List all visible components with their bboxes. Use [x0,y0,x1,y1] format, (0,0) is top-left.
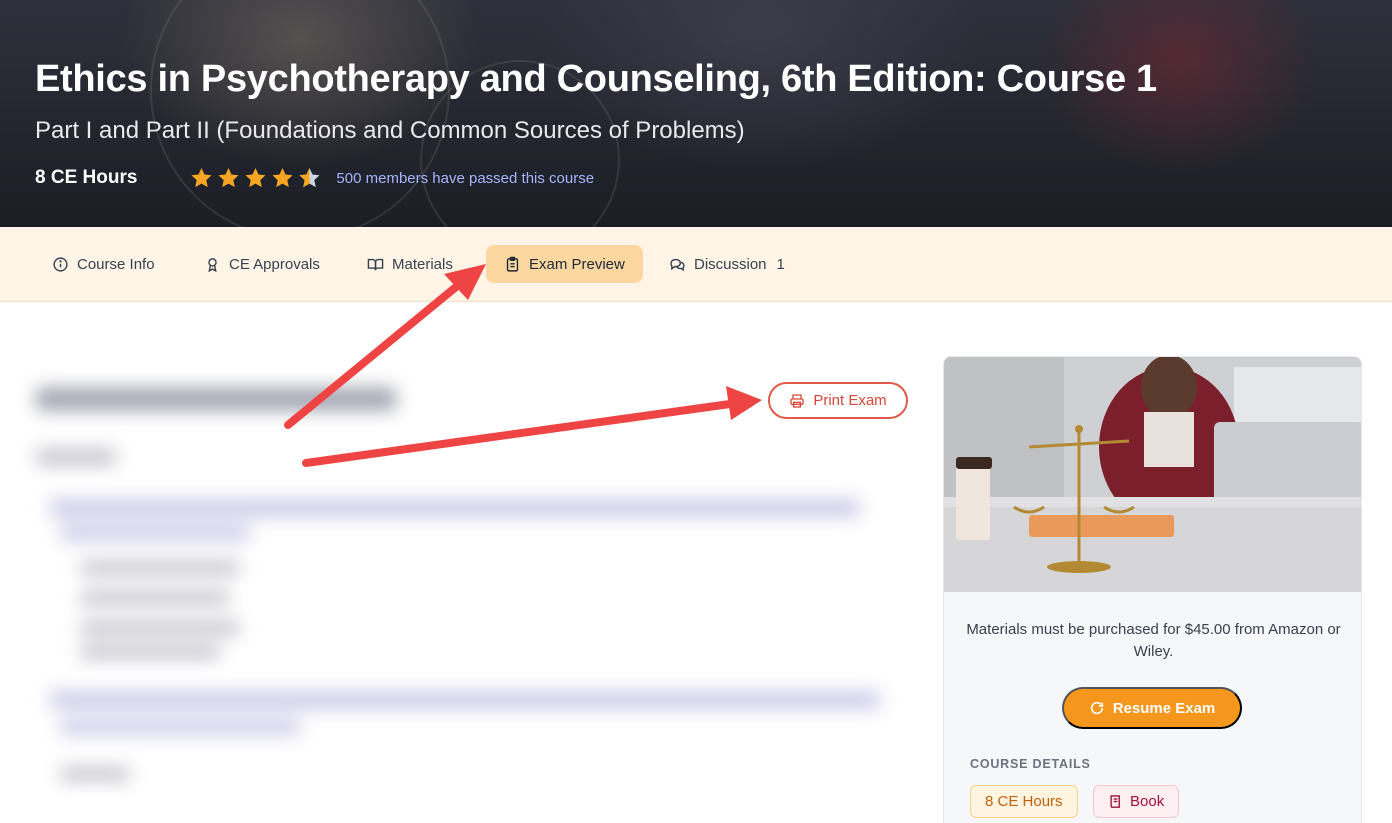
info-circle-icon [53,256,68,272]
course-tabs: Course Info CE Approvals Materials Exam … [0,227,1392,302]
course-image [944,357,1361,592]
tab-ce-approvals[interactable]: CE Approvals [186,245,338,283]
blurred-option [60,768,130,780]
star-rating [189,166,322,190]
ce-hours-badge: 8 CE Hours [970,785,1078,818]
book-open-icon [367,258,384,270]
tab-discussion[interactable]: Discussion 1 [651,245,803,283]
course-title: Ethics in Psychotherapy and Counseling, … [35,58,1157,100]
tab-label: Discussion [694,255,767,273]
blurred-heading [36,388,396,410]
blurred-option [80,562,240,574]
print-exam-button[interactable]: Print Exam [768,382,908,419]
chat-bubbles-icon [670,258,685,271]
blurred-exam-content [0,300,930,823]
tab-label: Materials [392,255,453,273]
print-exam-label: Print Exam [813,392,887,409]
blurred-option [80,622,240,634]
blurred-question-line [60,720,300,734]
blurred-label [36,450,116,464]
tab-materials[interactable]: Materials [349,245,471,283]
book-badge: Book [1093,785,1180,818]
course-hero: Ethics in Psychotherapy and Counseling, … [0,0,1392,227]
refresh-icon [1090,701,1103,715]
blurred-question-line [60,526,250,540]
award-icon [208,257,217,272]
clipboard-icon [506,256,519,272]
resume-exam-button[interactable]: Resume Exam [1062,687,1242,729]
blurred-question-line [50,692,880,708]
course-image-illustration [944,357,1361,592]
course-side-card: Materials must be purchased for $45.00 f… [943,356,1362,823]
book-icon [1110,795,1120,808]
members-passed-link[interactable]: 500 members have passed this course [336,170,594,187]
tab-course-info[interactable]: Course Info [34,245,173,283]
printer-icon [790,393,804,408]
star-icon [218,168,239,188]
blurred-option [80,646,220,658]
tab-label: CE Approvals [229,255,320,273]
tab-exam-preview[interactable]: Exam Preview [486,245,643,283]
star-icon [191,168,212,188]
blurred-question-line [50,500,860,516]
blurred-option [80,592,230,604]
book-badge-label: Book [1130,793,1165,810]
ce-hours-label: 8 CE Hours [35,167,138,188]
resume-exam-label: Resume Exam [1112,699,1216,717]
tab-label: Exam Preview [529,255,625,273]
course-details-heading: COURSE DETAILS [970,757,1091,771]
materials-note: Materials must be purchased for $45.00 f… [966,621,1341,660]
star-icon [245,168,266,188]
course-meta: 8 CE Hours 500 members have passed this … [35,164,594,192]
star-icon [272,168,293,188]
half-star-icon [299,168,320,188]
tab-label: Course Info [77,255,155,273]
discussion-count: 1 [776,255,785,273]
hero-background-scales-shape [150,0,450,227]
course-subtitle: Part I and Part II (Foundations and Comm… [35,117,745,144]
